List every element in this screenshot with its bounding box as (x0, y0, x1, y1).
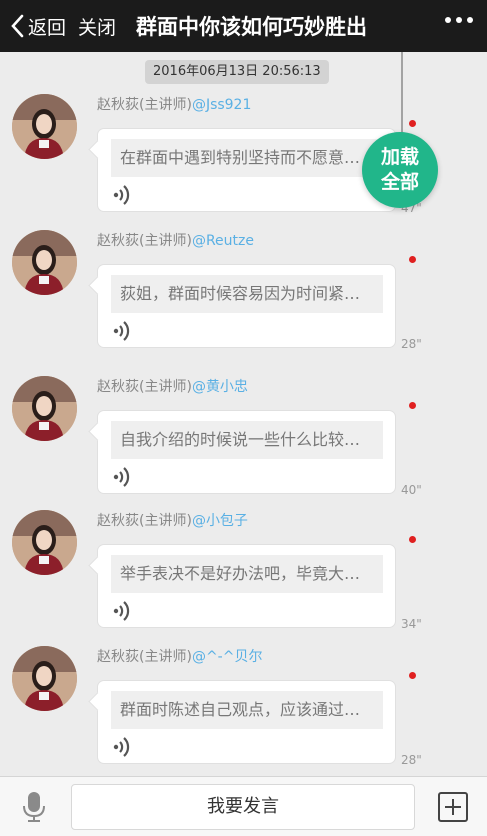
voice-wave-icon (113, 601, 130, 621)
question-preview: 自我介绍的时候说一些什么比较好呢 (111, 421, 383, 459)
sender-name: 赵秋荻(主讲师)@Reutze (97, 230, 254, 250)
question-preview: 荻姐，群面时候容易因为时间紧张而慌乱怎么办 (111, 275, 383, 313)
message-list[interactable]: 2016年06月13日 20:56:13 加载 全部 赵秋荻(主讲师)@Jss9… (0, 52, 487, 776)
mention-link[interactable]: @^-^贝尔 (192, 649, 263, 665)
avatar[interactable] (12, 376, 77, 441)
mention-link[interactable]: @Reutze (192, 233, 254, 249)
voice-duration: 28" (401, 753, 422, 767)
voice-wave-icon (113, 321, 130, 341)
mention-link[interactable]: @小包子 (192, 513, 248, 529)
bottom-bar: 我要发言 (0, 776, 487, 836)
sender-label: 赵秋荻(主讲师) (97, 97, 192, 113)
plus-icon[interactable] (438, 792, 468, 822)
voice-wave-icon (113, 737, 130, 757)
message-item: 赵秋荻(主讲师)@小包子 举手表决不是好办法吧，毕竟大家意见不同 34" (0, 510, 487, 640)
back-button[interactable]: 返回 (10, 13, 66, 40)
sender-name: 赵秋荻(主讲师)@^-^贝尔 (97, 646, 262, 666)
avatar[interactable] (12, 94, 77, 159)
unread-dot (409, 672, 416, 679)
sender-name: 赵秋荻(主讲师)@黄小忠 (97, 376, 248, 396)
sender-label: 赵秋荻(主讲师) (97, 649, 192, 665)
load-all-button[interactable]: 加载 全部 (362, 132, 438, 208)
sender-name: 赵秋荻(主讲师)@Jss921 (97, 94, 251, 114)
unread-dot (409, 402, 416, 409)
sender-label: 赵秋荻(主讲师) (97, 233, 192, 249)
page-title: 群面中你该如何巧妙胜出 (136, 15, 368, 39)
message-item: 赵秋荻(主讲师)@^-^贝尔 群面时陈述自己观点，应该通过什么方式 28" (0, 646, 487, 776)
message-item: 赵秋荻(主讲师)@Reutze 荻姐，群面时候容易因为时间紧张而慌乱怎么办 28… (0, 230, 487, 360)
back-chevron-icon (11, 14, 24, 38)
voice-wave-icon (113, 467, 130, 487)
voice-bubble[interactable]: 举手表决不是好办法吧，毕竟大家意见不同 (97, 544, 396, 628)
mention-link[interactable]: @黄小忠 (192, 379, 248, 395)
load-all-line1: 加载 (380, 146, 419, 168)
unread-dot (409, 536, 416, 543)
unread-dot (409, 120, 416, 127)
question-preview: 举手表决不是好办法吧，毕竟大家意见不同 (111, 555, 383, 593)
load-all-line2: 全部 (380, 171, 419, 193)
top-bar: 返回 关闭 群面中你该如何巧妙胜出 (0, 0, 487, 52)
voice-wave-icon (113, 185, 130, 205)
speak-button[interactable]: 我要发言 (71, 784, 415, 830)
voice-bubble[interactable]: 荻姐，群面时候容易因为时间紧张而慌乱怎么办 (97, 264, 396, 348)
avatar[interactable] (12, 646, 77, 711)
microphone-icon[interactable] (22, 791, 46, 823)
voice-duration: 34" (401, 617, 422, 631)
voice-bubble[interactable]: 群面时陈述自己观点，应该通过什么方式 (97, 680, 396, 764)
voice-bubble[interactable]: 在群面中遇到特别坚持而不愿意妥协的人该怎么办 (97, 128, 396, 212)
message-item: 赵秋荻(主讲师)@黄小忠 自我介绍的时候说一些什么比较好呢 40" (0, 376, 487, 506)
timestamp-badge: 2016年06月13日 20:56:13 (145, 60, 329, 84)
back-label: 返回 (28, 16, 67, 39)
sender-label: 赵秋荻(主讲师) (97, 379, 192, 395)
mention-link[interactable]: @Jss921 (192, 97, 251, 113)
avatar[interactable] (12, 230, 77, 295)
voice-bubble[interactable]: 自我介绍的时候说一些什么比较好呢 (97, 410, 396, 494)
unread-dot (409, 256, 416, 263)
sender-name: 赵秋荻(主讲师)@小包子 (97, 510, 248, 530)
avatar[interactable] (12, 510, 77, 575)
more-dots-icon[interactable] (445, 17, 473, 23)
voice-duration: 40" (401, 483, 422, 497)
question-preview: 在群面中遇到特别坚持而不愿意妥协的人该怎么办 (111, 139, 383, 177)
sender-label: 赵秋荻(主讲师) (97, 513, 192, 529)
question-preview: 群面时陈述自己观点，应该通过什么方式 (111, 691, 383, 729)
close-button[interactable]: 关闭 (78, 13, 116, 40)
voice-duration: 28" (401, 337, 422, 351)
